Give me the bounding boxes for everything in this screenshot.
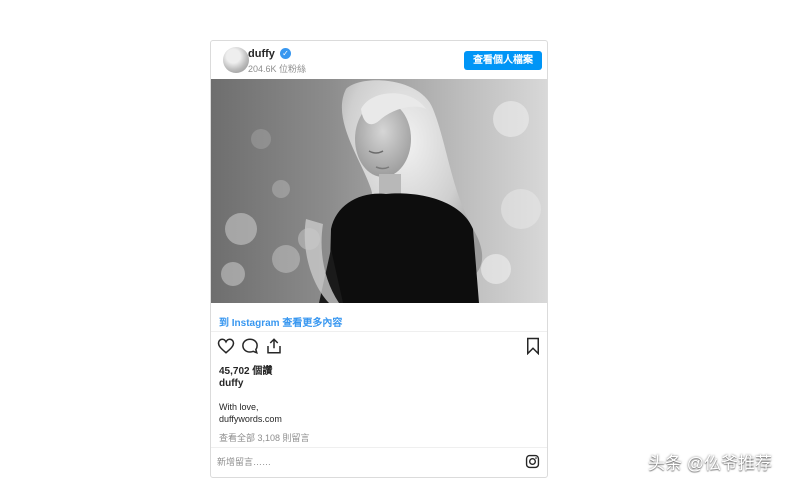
comment-icon[interactable] [241,337,259,355]
watermark: 头条 @仫爷推荐 [648,454,772,473]
heart-icon[interactable] [217,337,235,355]
like-count[interactable]: 45,702 個讚 [219,362,272,377]
share-icon[interactable] [265,337,283,355]
verified-badge-icon: ✓ [280,48,291,59]
divider [211,331,547,332]
username[interactable]: duffy [248,48,275,60]
view-profile-button[interactable]: 查看個人檔案 [464,51,542,70]
divider [211,447,547,448]
caption-link[interactable]: duffywords.com [219,414,282,424]
instagram-logo-icon[interactable] [525,454,540,469]
post-header: duffy ✓ 204.6K 位粉絲 查看個人檔案 [211,41,547,79]
caption-line: With love, [219,402,259,412]
view-all-comments-link[interactable]: 查看全部 3,108 則留言 [219,431,310,444]
caption-username[interactable]: duffy [219,378,243,389]
add-comment-input[interactable] [217,454,487,470]
avatar[interactable] [223,47,249,73]
follower-count: 204.6K 位粉絲 [248,64,307,74]
bookmark-icon[interactable] [524,337,542,355]
instagram-embed-card: duffy ✓ 204.6K 位粉絲 查看個人檔案 到 Instagram 查看… [210,40,548,478]
instagram-more-link[interactable]: 到 Instagram 查看更多內容 [219,314,342,329]
portrait-photo [211,79,547,303]
post-photo[interactable] [211,79,547,303]
